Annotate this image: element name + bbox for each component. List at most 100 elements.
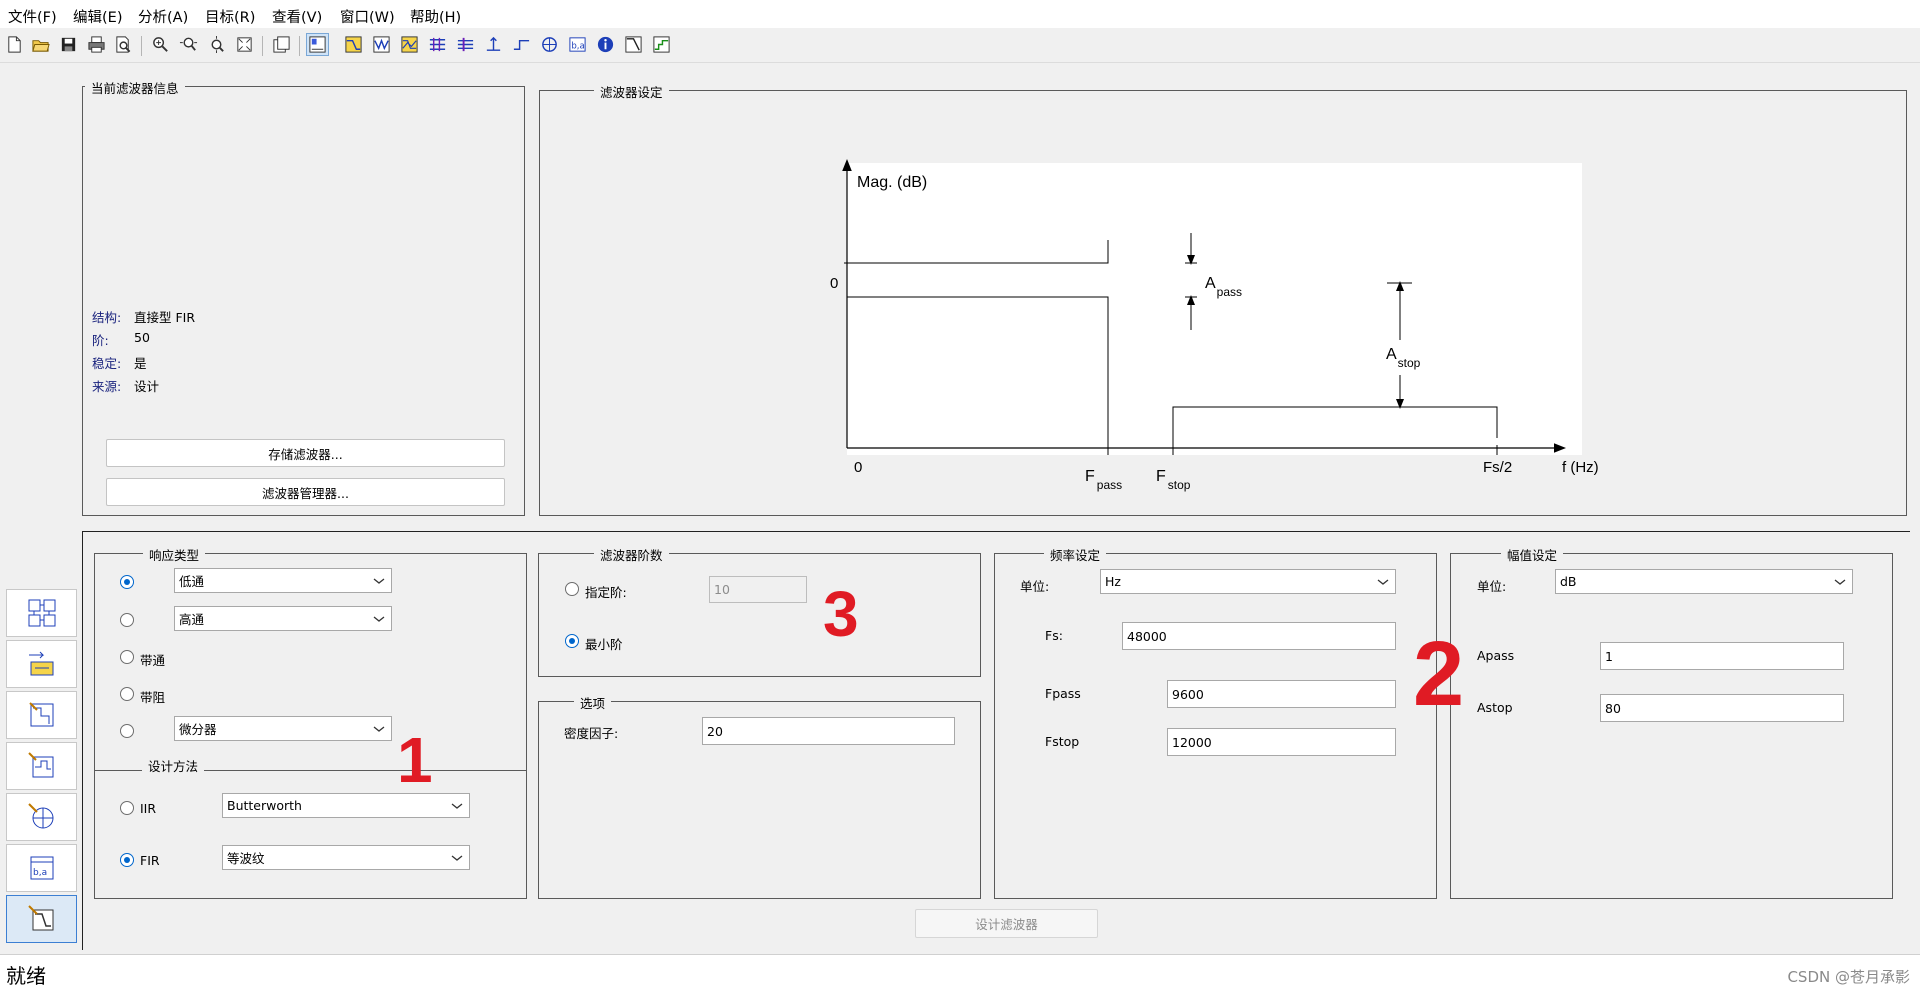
filter-coefficients-icon[interactable]: b,a [566, 33, 589, 56]
order-value: 50 [134, 330, 150, 345]
sidebar-pole-zero-editor-button[interactable] [6, 793, 77, 841]
radio-specify-order[interactable] [565, 582, 579, 596]
lowpass-select[interactable]: 低通 [174, 568, 392, 593]
frequency-spec-panel: 频率设定 [994, 545, 1437, 899]
phase-response-icon[interactable] [370, 33, 393, 56]
magnitude-response-icon[interactable] [342, 33, 365, 56]
radio-bandstop[interactable] [120, 687, 134, 701]
menu-analysis[interactable]: 分析(A) [138, 6, 188, 27]
sidebar-realize-model-button[interactable] [6, 691, 77, 739]
chevron-down-icon [1834, 578, 1846, 585]
sidebar-set-quantization-button[interactable] [6, 742, 77, 790]
toolbar-separator [262, 36, 263, 56]
magnitude-estimate-icon[interactable] [622, 33, 645, 56]
filter-manager-button[interactable]: 滤波器管理器... [106, 478, 505, 506]
print-preview-icon[interactable] [112, 33, 135, 56]
options-title: 选项 [574, 693, 612, 712]
fstop-input[interactable]: 12000 [1167, 728, 1396, 756]
zoom-in-icon[interactable] [149, 33, 172, 56]
design-method-title: 设计方法 [142, 756, 205, 775]
toolbar-separator [299, 36, 300, 56]
mag-units-select[interactable]: dB [1555, 569, 1853, 594]
radio-bandpass[interactable] [120, 650, 134, 664]
diagram-fstop-label: Fstop [1156, 468, 1191, 492]
iir-method-select[interactable]: Butterworth [222, 793, 470, 818]
radio-fir[interactable] [120, 853, 134, 867]
status-text: 就绪 [6, 964, 46, 988]
menu-file[interactable]: 文件(F) [8, 6, 57, 27]
design-panel-icon[interactable] [306, 33, 329, 56]
radio-lowpass[interactable] [120, 575, 134, 589]
phase-delay-icon[interactable] [454, 33, 477, 56]
sidebar-import-filter-button[interactable]: b,a [6, 844, 77, 892]
fpass-label: Fpass [1045, 686, 1081, 701]
multirate-filter-icon [28, 651, 53, 676]
source-value: 设计 [134, 379, 160, 394]
filter-spec-title: 滤波器设定 [594, 82, 669, 101]
open-folder-icon[interactable] [29, 33, 52, 56]
annotation-number-1: 1 [397, 724, 433, 796]
fir-method-select[interactable]: 等波纹 [222, 845, 470, 870]
diagram-fpass-label: Fpass [1085, 468, 1122, 492]
menu-bar: 文件(F) 编辑(E) 分析(A) 目标(R) 查看(V) 窗口(W) 帮助(H… [0, 0, 1920, 28]
annotation-number-3: 3 [823, 578, 859, 650]
radio-minimum-order[interactable] [565, 634, 579, 648]
pole-zero-editor-icon [27, 803, 53, 829]
structure-label: 结构: [92, 310, 122, 325]
iir-label: IIR [140, 801, 157, 816]
sidebar-transform-filter-button[interactable] [6, 589, 77, 637]
apass-input[interactable]: 1 [1600, 642, 1844, 670]
filter-order-panel: 滤波器阶数 [538, 545, 981, 677]
full-view-icon[interactable] [233, 33, 256, 56]
step-response-icon[interactable] [510, 33, 533, 56]
import-filter-icon: b,a [30, 856, 53, 880]
chevron-down-icon [373, 615, 385, 622]
status-bar: 就绪 CSDN @苍月承影 [0, 954, 1920, 992]
differentiator-select[interactable]: 微分器 [174, 716, 392, 741]
store-filter-button[interactable]: 存储滤波器... [106, 439, 505, 467]
group-delay-icon[interactable] [426, 33, 449, 56]
stable-value: 是 [134, 356, 147, 371]
freq-units-select[interactable]: Hz [1100, 569, 1396, 594]
zoom-x-icon[interactable] [177, 33, 200, 56]
realize-model-icon [28, 702, 53, 727]
round-off-noise-icon[interactable] [650, 33, 673, 56]
radio-iir[interactable] [120, 801, 134, 815]
menu-help[interactable]: 帮助(H) [410, 6, 461, 27]
astop-input[interactable]: 80 [1600, 694, 1844, 722]
radio-highpass[interactable] [120, 613, 134, 627]
radio-differentiator[interactable] [120, 724, 134, 738]
chevron-down-icon [451, 802, 463, 809]
sidebar-design-filter-button[interactable] [6, 895, 77, 943]
pole-zero-icon[interactable] [538, 33, 561, 56]
transform-filter-icon [28, 599, 55, 627]
magnitude-phase-icon[interactable] [398, 33, 421, 56]
svg-text:b,a: b,a [571, 41, 584, 51]
specify-order-input[interactable]: 10 [709, 576, 807, 603]
fs-input[interactable]: 48000 [1122, 622, 1396, 650]
diagram-plot-area [847, 163, 1582, 455]
density-factor-input[interactable]: 20 [702, 717, 955, 745]
diagram-fs2-label: Fs/2 [1483, 459, 1512, 476]
menu-targets[interactable]: 目标(R) [205, 6, 255, 27]
design-filter-button[interactable]: 设计滤波器 [915, 909, 1098, 938]
zoom-y-icon[interactable] [205, 33, 228, 56]
watermark-text: CSDN @苍月承影 [1787, 968, 1910, 986]
sidebar-create-multirate-button[interactable] [6, 640, 77, 688]
print-icon[interactable] [85, 33, 108, 56]
impulse-response-icon[interactable] [482, 33, 505, 56]
menu-window[interactable]: 窗口(W) [340, 6, 395, 27]
filter-spec-diagram: Mag. (dB) 0 0 Fpass Fstop Fs/2 f (Hz) Ap… [830, 159, 1599, 492]
save-icon[interactable] [57, 33, 80, 56]
chevron-down-icon [1377, 578, 1389, 585]
diagram-zero-y: 0 [830, 275, 838, 292]
annotation-number-2: 2 [1413, 623, 1465, 725]
minimum-order-label: 最小阶 [585, 637, 623, 652]
fpass-input[interactable]: 9600 [1167, 680, 1396, 708]
new-file-icon[interactable] [3, 33, 26, 56]
filter-info-icon[interactable] [594, 33, 617, 56]
new-window-icon[interactable] [270, 33, 293, 56]
menu-view[interactable]: 查看(V) [272, 6, 322, 27]
menu-edit[interactable]: 编辑(E) [73, 6, 122, 27]
highpass-select[interactable]: 高通 [174, 606, 392, 631]
